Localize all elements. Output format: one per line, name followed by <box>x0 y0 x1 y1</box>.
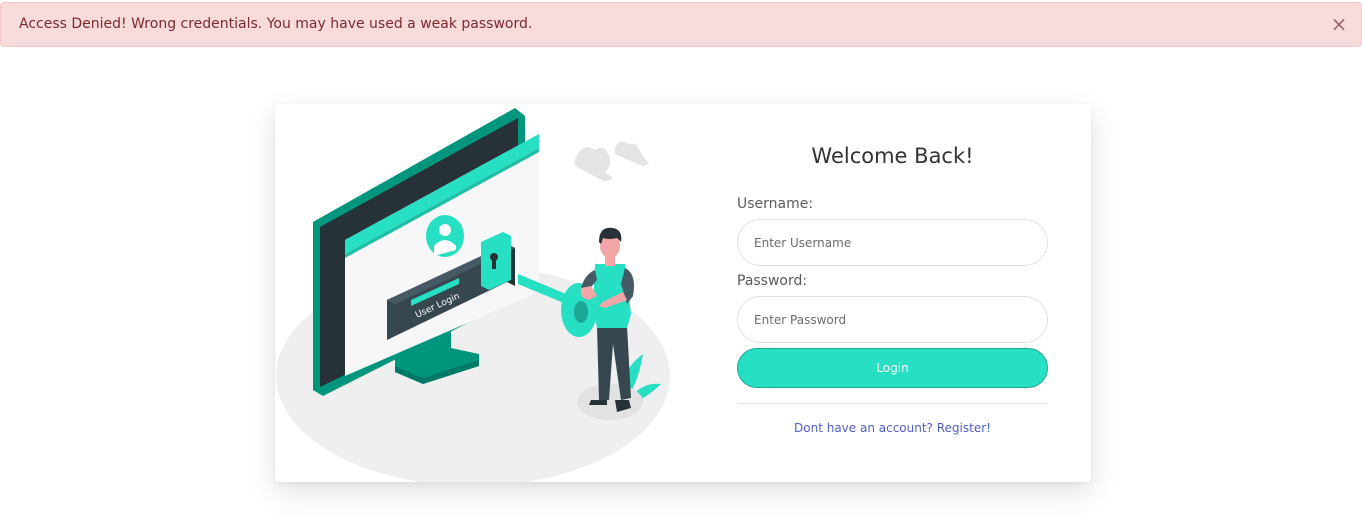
username-input[interactable] <box>737 219 1048 266</box>
alert-message: Access Denied! Wrong credentials. You ma… <box>19 16 533 32</box>
username-label: Username: <box>737 196 814 212</box>
login-card: User Login Welcome Back! Username: Enter… <box>275 104 1091 482</box>
login-button[interactable]: Login <box>737 348 1048 388</box>
cloud-icon <box>574 141 649 182</box>
close-icon[interactable]: × <box>1329 3 1349 46</box>
form-divider <box>737 403 1048 404</box>
login-illustration: User Login <box>276 108 670 482</box>
login-form: Welcome Back! Username: Password: Login … <box>737 104 1048 482</box>
register-link[interactable]: Dont have an account? Register! <box>737 421 1048 435</box>
password-label: Password: <box>737 273 808 289</box>
page-title: Welcome Back! <box>811 144 974 168</box>
password-input[interactable] <box>737 296 1048 343</box>
error-alert: Access Denied! Wrong credentials. You ma… <box>0 2 1362 47</box>
user-avatar-icon <box>426 215 464 257</box>
